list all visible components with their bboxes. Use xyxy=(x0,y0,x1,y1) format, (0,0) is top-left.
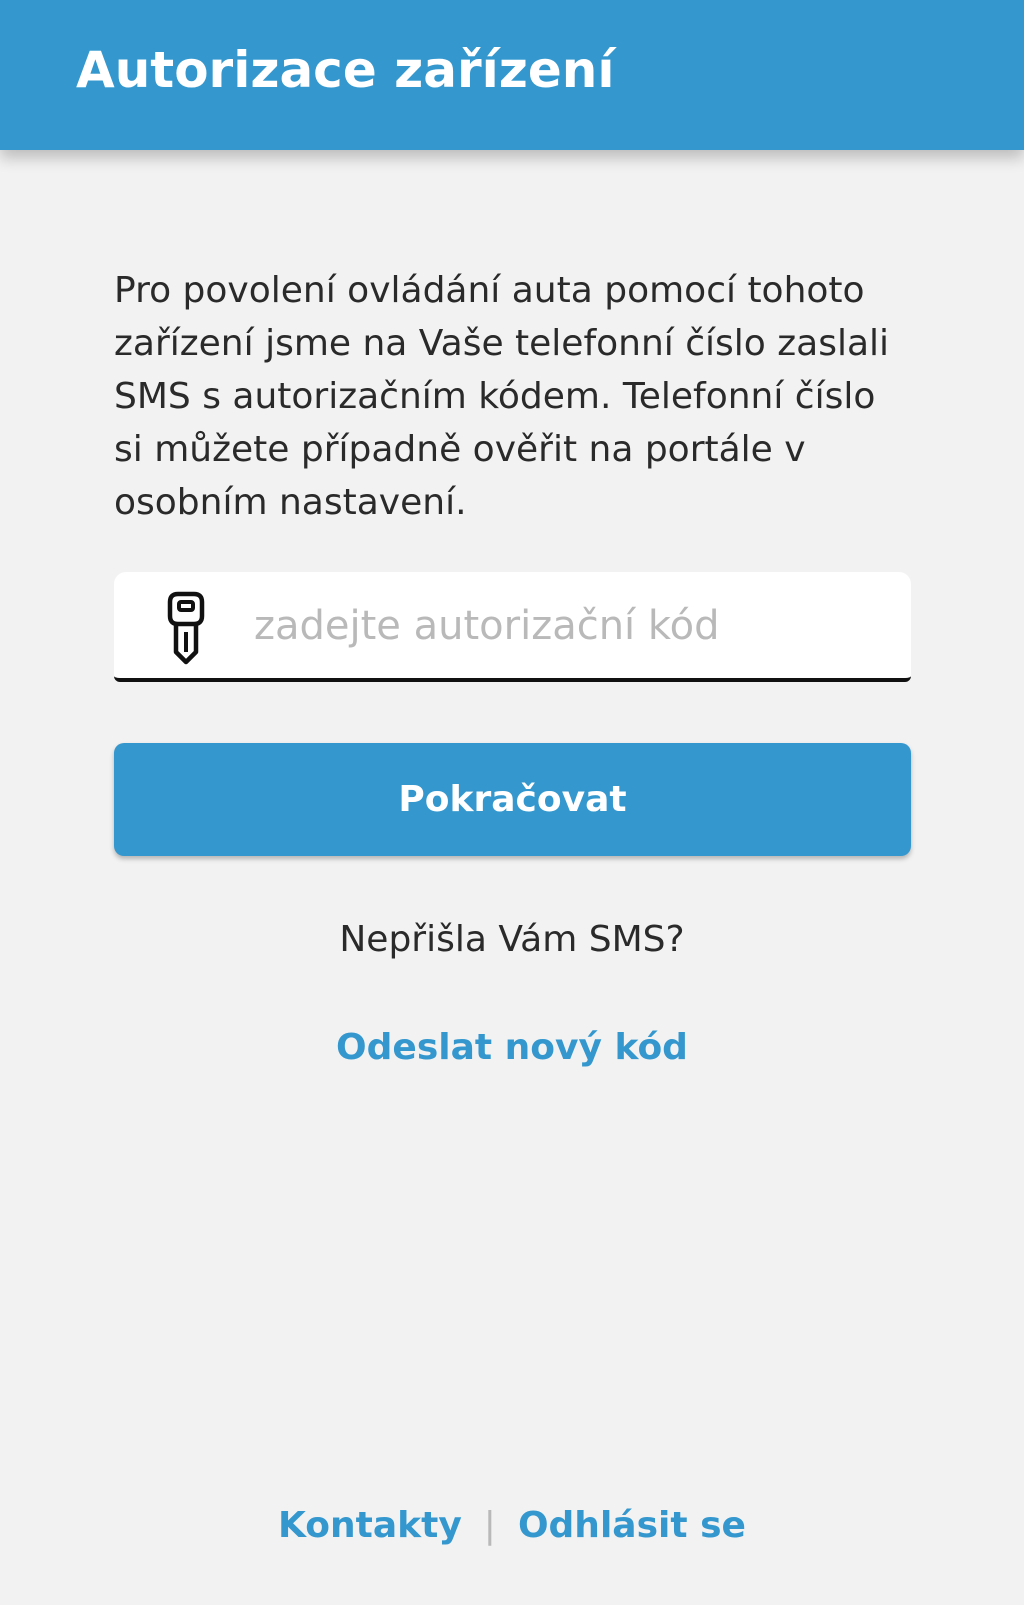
contacts-link[interactable]: Kontakty xyxy=(278,1505,462,1546)
no-sms-question: Nepřišla Vám SMS? xyxy=(339,919,685,960)
continue-button[interactable]: Pokračovat xyxy=(114,743,911,856)
app-bar: Autorizace zařízení xyxy=(0,0,1024,150)
authorization-code-field[interactable] xyxy=(114,572,911,682)
key-icon xyxy=(164,590,208,666)
authorization-code-input[interactable] xyxy=(254,586,884,666)
resend-code-link[interactable]: Odeslat nový kód xyxy=(0,1020,1024,1076)
footer-separator: | xyxy=(483,1505,496,1546)
footer-links: Kontakty | Odhlásit se xyxy=(0,1498,1024,1554)
instructions-text: Pro povolení ovládání auta pomocí tohoto… xyxy=(114,270,890,523)
page-title: Autorizace zařízení xyxy=(76,41,615,99)
logout-link[interactable]: Odhlásit se xyxy=(518,1505,746,1546)
authorization-screen: Autorizace zařízení Pro povolení ovládán… xyxy=(0,0,1024,1605)
